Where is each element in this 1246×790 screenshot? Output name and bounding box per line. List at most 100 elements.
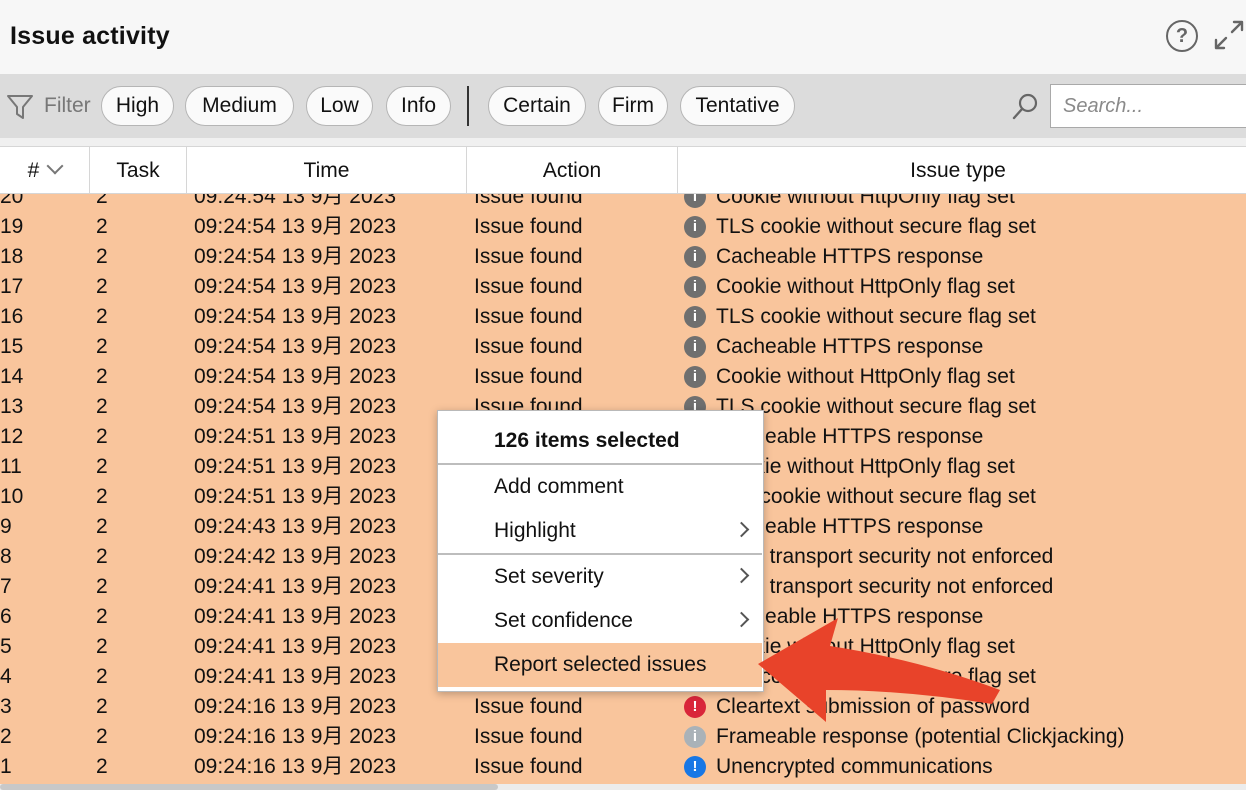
panel-header: Issue activity ?	[0, 0, 1246, 74]
row-time: 09:24:41 13 9月 2023	[194, 665, 397, 688]
row-time: 09:24:16 13 9月 2023	[194, 725, 397, 748]
row-time: 09:24:51 13 9月 2023	[194, 455, 397, 478]
row-time: 09:24:42 13 9月 2023	[194, 545, 397, 568]
table-row[interactable]: 16 2 09:24:54 13 9月 2023 Issue found i TLS co…	[0, 302, 1246, 332]
row-number: 11	[0, 455, 22, 478]
search-icon[interactable]	[1010, 92, 1040, 122]
row-issue-type: Cookie without HttpOnly flag set	[716, 275, 1015, 298]
table-row[interactable]: 2 2 09:24:16 13 9月 2023 Issue found i Frameab…	[0, 722, 1246, 752]
column-header-number[interactable]: #	[0, 147, 90, 194]
menu-item-report-selected-issues[interactable]: Report selected issues	[438, 643, 762, 687]
table-row[interactable]: 18 2 09:24:54 13 9月 2023 Issue found i Cachea…	[0, 242, 1246, 272]
row-issue-type: Cookie without HttpOnly flag set	[716, 365, 1015, 388]
row-time: 09:24:41 13 9月 2023	[194, 575, 397, 598]
table-row[interactable]: 19 2 09:24:54 13 9月 2023 Issue found i TLS co…	[0, 212, 1246, 242]
row-action: Issue found	[474, 275, 583, 298]
chevron-right-icon	[733, 521, 750, 538]
row-time: 09:24:54 13 9月 2023	[194, 194, 397, 208]
filter-icon[interactable]	[6, 94, 34, 120]
high-severity-icon: !	[684, 696, 706, 718]
table-row[interactable]: 17 2 09:24:54 13 9月 2023 Issue found i Cookie…	[0, 272, 1246, 302]
row-time: 09:24:54 13 9月 2023	[194, 305, 397, 328]
row-action: Issue found	[474, 695, 583, 718]
row-issue-type: Cacheable HTTPS response	[716, 335, 984, 358]
info-severity-icon: i	[684, 366, 706, 388]
info-severity-icon: i	[684, 306, 706, 328]
filter-label[interactable]: Filter	[44, 94, 91, 118]
row-action: Issue found	[474, 215, 583, 238]
row-action: Issue found	[474, 755, 583, 778]
row-task: 2	[96, 194, 108, 208]
search-input[interactable]	[1050, 84, 1246, 128]
panel-title: Issue activity	[10, 22, 170, 50]
menu-item-set-confidence-label: Set confidence	[494, 609, 633, 632]
row-task: 2	[96, 335, 108, 358]
row-time: 09:24:41 13 9月 2023	[194, 635, 397, 658]
chevron-right-icon	[733, 567, 750, 584]
row-issue-type: Strict transport security not enforced	[716, 575, 1054, 598]
row-time: 09:24:41 13 9月 2023	[194, 605, 397, 628]
table-row[interactable]: 3 2 09:24:16 13 9月 2023 Issue found! Clearte…	[0, 692, 1246, 722]
row-issue-type: TLS cookie without secure flag set	[716, 305, 1036, 328]
row-task: 2	[96, 545, 108, 568]
row-time: 09:24:54 13 9月 2023	[194, 335, 397, 358]
row-task: 2	[96, 365, 108, 388]
expand-icon[interactable]	[1212, 18, 1246, 52]
row-issue-type: Strict transport security not enforced	[716, 545, 1054, 568]
menu-item-set-confidence[interactable]: Set confidence	[438, 599, 762, 643]
info-severity-icon: i	[684, 216, 706, 238]
filter-chip-tentative[interactable]: Tentative	[680, 86, 795, 126]
row-task: 2	[96, 605, 108, 628]
row-issue-type: Cacheable HTTPS response	[716, 245, 984, 268]
menu-item-highlight-label: Highlight	[494, 519, 576, 542]
row-action: Issue found	[474, 245, 583, 268]
filter-chip-certain[interactable]: Certain	[488, 86, 586, 126]
table-row[interactable]: 14 2 09:24:54 13 9月 2023 Issue found i Cookie…	[0, 362, 1246, 392]
column-header-issue-type[interactable]: Issue type	[678, 147, 1238, 194]
menu-item-set-severity[interactable]: Set severity	[438, 555, 762, 599]
row-number: 17	[0, 275, 24, 298]
row-task: 2	[96, 635, 108, 658]
table-row[interactable]: 15 2 09:24:54 13 9月 2023 Issue found i Cachea…	[0, 332, 1246, 362]
row-number: 12	[0, 425, 24, 448]
row-number: 2	[0, 725, 12, 748]
filter-chip-firm[interactable]: Firm	[598, 86, 668, 126]
info-severity-icon: i	[684, 194, 706, 208]
help-icon[interactable]: ?	[1166, 20, 1198, 52]
menu-item-highlight[interactable]: Highlight	[438, 509, 762, 553]
filter-chip-low[interactable]: Low	[306, 86, 373, 126]
row-task: 2	[96, 485, 108, 508]
column-header-time[interactable]: Time	[187, 147, 467, 194]
row-time: 09:24:54 13 9月 2023	[194, 365, 397, 388]
column-header-action[interactable]: Action	[467, 147, 678, 194]
row-number: 5	[0, 635, 12, 658]
filter-chip-high[interactable]: High	[101, 86, 174, 126]
row-issue-type: TLS cookie without secure flag set	[716, 215, 1036, 238]
row-task: 2	[96, 515, 108, 538]
menu-item-set-severity-label: Set severity	[494, 565, 604, 588]
row-time: 09:24:54 13 9月 2023	[194, 395, 397, 418]
row-task: 2	[96, 395, 108, 418]
context-menu: 126 items selected Add comment Highlight…	[437, 410, 764, 692]
table-row[interactable]: 1 2 09:24:16 13 9月 2023 Issue found! Unencry…	[0, 752, 1246, 782]
row-time: 09:24:51 13 9月 2023	[194, 485, 397, 508]
row-issue-type: Frameable response (potential Clickjacki…	[716, 725, 1125, 748]
row-task: 2	[96, 215, 108, 238]
menu-selection-count: 126 items selected	[494, 429, 680, 452]
row-action: Issue found	[474, 194, 583, 208]
row-number: 4	[0, 665, 12, 688]
row-time: 09:24:43 13 9月 2023	[194, 515, 397, 538]
row-task: 2	[96, 245, 108, 268]
info-severity-icon: i	[684, 246, 706, 268]
filter-chip-info[interactable]: Info	[386, 86, 451, 126]
row-time: 09:24:16 13 9月 2023	[194, 695, 397, 718]
row-task: 2	[96, 755, 108, 778]
column-header-task[interactable]: Task	[90, 147, 187, 194]
horizontal-scrollbar-thumb[interactable]	[0, 784, 498, 790]
row-number: 6	[0, 605, 12, 628]
table-row[interactable]: 20 2 09:24:54 13 9月 2023 Issue found i Cookie…	[0, 194, 1246, 212]
row-time: 09:24:54 13 9月 2023	[194, 245, 397, 268]
filter-chip-medium[interactable]: Medium	[185, 86, 294, 126]
menu-item-add-comment[interactable]: Add comment	[438, 465, 762, 509]
table-header: # Task Time Action Issue type	[0, 146, 1246, 194]
